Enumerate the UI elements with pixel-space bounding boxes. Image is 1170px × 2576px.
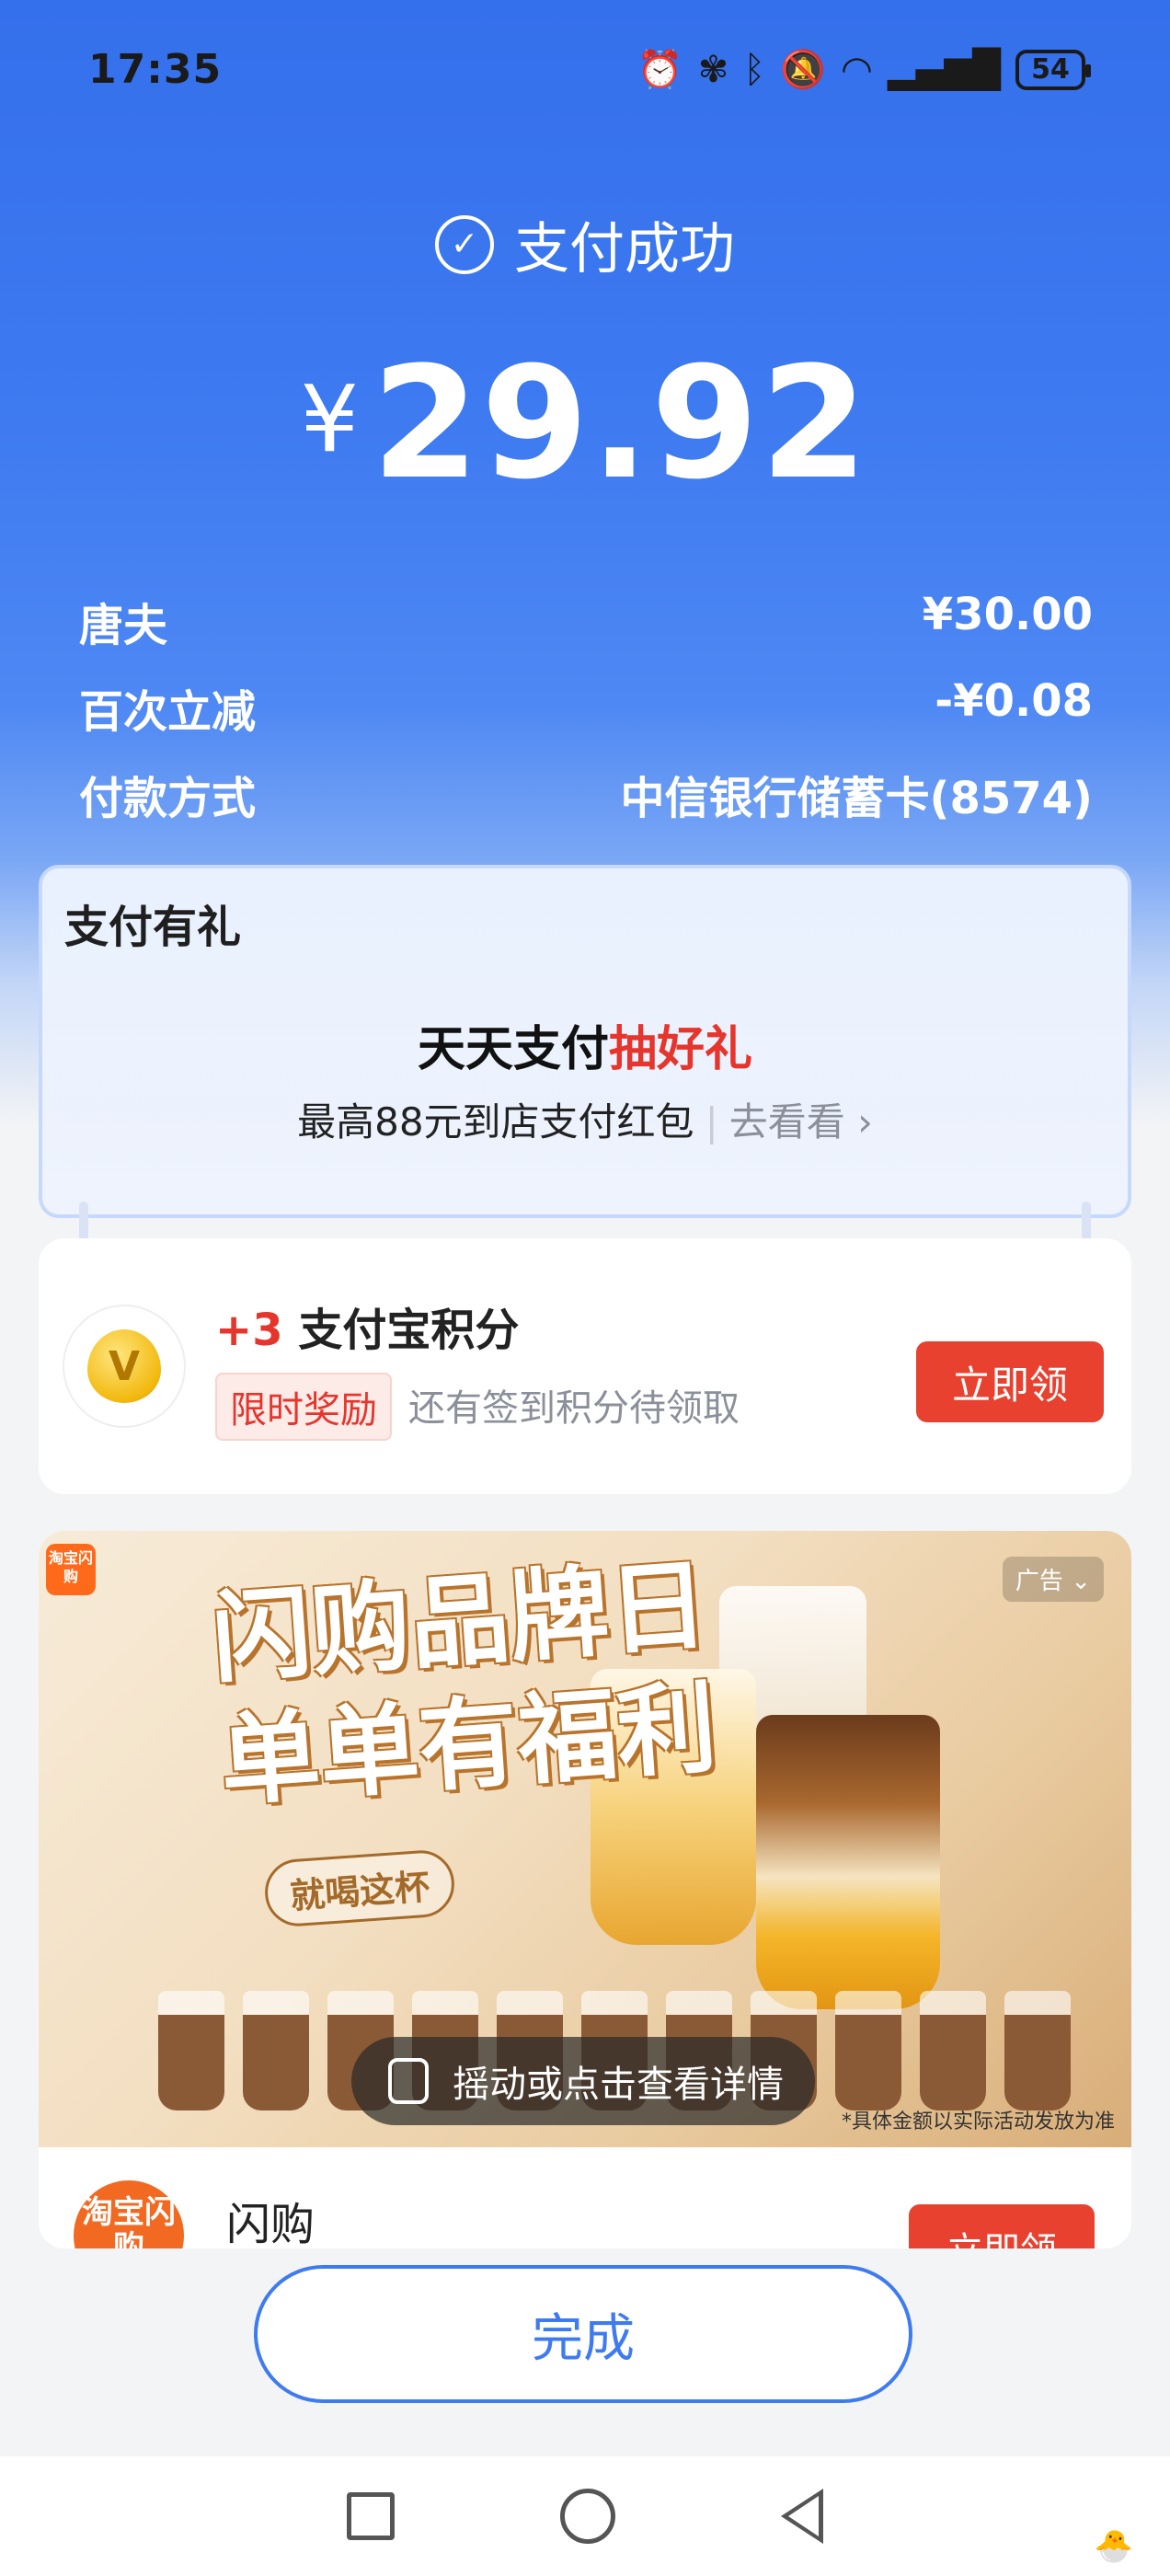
payment-amount: ¥29.92 [0,333,1170,513]
shake-to-view-button[interactable]: 摇动或点击查看详情 [351,2037,815,2125]
bluetooth-icon: ᛒ [743,48,766,91]
detail-label: 百次立减 [79,686,257,738]
signal-5g-icon: ▂▄▆█ [887,48,1001,91]
detail-value: -¥0.08 [935,675,1093,727]
ad-badge[interactable]: 广告 ⌄ [1002,1557,1104,1602]
phone-shake-icon [388,2058,429,2104]
detail-row-merchant: 唐夫 ¥30.00 [79,589,1093,653]
wifi-icon: ◠ [841,48,873,91]
status-icons: ⏰ ✾ ᛒ 🔕 ◠ ▂▄▆█ 54 [637,48,1091,91]
done-button[interactable]: 完成 [254,2265,912,2403]
payment-success-heading: ✓ 支付成功 [0,204,1170,284]
alarm-icon: ⏰ [637,49,683,91]
system-nav-bar [0,2456,1170,2576]
claim-points-button[interactable]: 立即领 [916,1341,1104,1422]
brand-claim-button[interactable]: 立即领 [909,2204,1095,2248]
chevron-right-icon: › [844,1099,873,1144]
ad-card[interactable]: 淘宝闪购 广告 ⌄ 闪购品牌日 单单有福利 就喝这杯 摇动或点击查看详情 *具体… [39,1531,1131,2248]
detail-row-payment-method: 付款方式 中信银行储蓄卡(8574) [79,762,1093,826]
fan-icon: ✾ [697,48,729,91]
brand-logo: 淘宝闪购 [74,2180,184,2248]
points-coin-icon: V [63,1305,186,1428]
v-coin-icon: V [87,1329,161,1403]
cup [1004,1991,1071,2110]
taobao-flash-logo: 淘宝闪购 [46,1544,96,1595]
cup [243,1991,309,2110]
gift-headline-black: 天天支付 [417,1022,609,1077]
shake-label: 摇动或点击查看详情 [453,2064,784,2106]
status-time: 17:35 [88,46,223,93]
detail-label: 唐夫 [79,600,168,651]
ad-headline: 闪购品牌日 单单有福利 [208,1544,720,1824]
divider: | [705,1099,718,1144]
detail-label: 付款方式 [79,773,257,824]
detail-row-discount: 百次立减 -¥0.08 [79,675,1093,740]
ad-badge-label: 广告 [1015,1568,1063,1595]
gift-headline-red: 抽好礼 [609,1022,753,1077]
amount-value: 29.92 [372,333,870,513]
recent-apps-icon[interactable] [347,2492,395,2540]
gift-link[interactable]: 去看看 [729,1099,845,1144]
detail-value: ¥30.00 [922,589,1093,640]
page-title: 支付成功 [514,217,735,282]
detail-value: 中信银行储蓄卡(8574) [620,773,1093,824]
brand-name: 闪购 [226,2199,315,2248]
points-note: 还有签到积分待领取 [408,1387,740,1430]
currency-symbol: ¥ [300,365,360,473]
points-amount: +3 [215,1305,283,1356]
gift-headline: 天天支付抽好礼 [42,1010,1128,1079]
coffee-cup-image [756,1715,940,2009]
back-icon[interactable] [781,2489,823,2544]
battery-icon: 54 [1015,49,1091,90]
gift-sub-text: 最高88元到店支付红包 [297,1099,694,1144]
check-circle-icon: ✓ [435,214,494,274]
payment-gift-card[interactable]: 支付有礼 天天支付抽好礼 最高88元到店支付红包 | 去看看 › [39,865,1131,1218]
ad-slogan-pill: 就喝这杯 [262,1847,457,1929]
chevron-down-icon: ⌄ [1062,1568,1091,1595]
cup [920,1991,986,2110]
points-title: +3 支付宝积分 [215,1294,519,1358]
cup [158,1991,224,2110]
cup [835,1991,901,2110]
points-label: 支付宝积分 [298,1305,520,1356]
mute-icon: 🔕 [780,49,827,91]
ad-banner[interactable]: 淘宝闪购 广告 ⌄ 闪购品牌日 单单有福利 就喝这杯 摇动或点击查看详情 *具体… [39,1531,1131,2147]
limited-reward-tag: 限时奖励 [215,1373,392,1441]
gift-title: 支付有礼 [64,902,242,953]
ad-disclaimer: *具体金额以实际活动发放为准 [841,2110,1115,2133]
gift-subline: 最高88元到店支付红包 | 去看看 › [42,1091,1128,1147]
home-icon[interactable] [560,2489,615,2544]
points-card: V +3 支付宝积分 限时奖励 还有签到积分待领取 立即领 [39,1238,1131,1494]
assistant-mascot-icon[interactable]: 🐣 [1095,2528,1133,2565]
